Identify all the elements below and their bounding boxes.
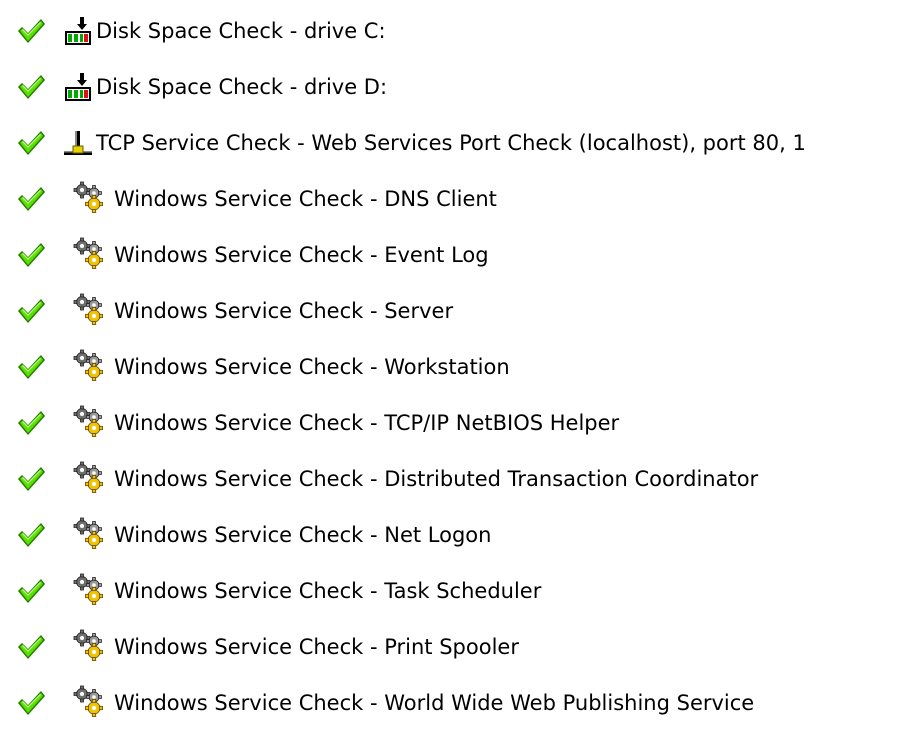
check-icon (16, 576, 46, 606)
check-icon (16, 240, 46, 270)
gears-icon (73, 237, 106, 270)
list-item[interactable]: Windows Service Check - Net Logon (0, 513, 911, 557)
check-icon (16, 296, 46, 326)
gears-icon (73, 181, 106, 214)
item-label: Disk Space Check - drive C: (96, 19, 386, 43)
list-item[interactable]: Windows Service Check - Distributed Tran… (0, 457, 911, 501)
check-icon (16, 632, 46, 662)
gears-icon (73, 349, 106, 382)
gears-icon (73, 461, 106, 494)
list-item[interactable]: Windows Service Check - Workstation (0, 345, 911, 389)
item-label: Windows Service Check - DNS Client (114, 187, 497, 211)
item-label: Windows Service Check - Server (114, 299, 454, 323)
list-item[interactable]: Windows Service Check - Event Log (0, 233, 911, 277)
list-item[interactable]: Windows Service Check - Server (0, 289, 911, 333)
check-icon (16, 352, 46, 382)
check-icon (16, 72, 46, 102)
disk-icon (62, 15, 94, 47)
gears-icon (73, 685, 106, 718)
check-list: Disk Space Check - drive C: Disk Space C… (0, 0, 911, 735)
check-icon (16, 520, 46, 550)
gears-icon (73, 405, 106, 438)
gears-icon (73, 517, 106, 550)
list-item[interactable]: Windows Service Check - DNS Client (0, 177, 911, 221)
check-icon (16, 408, 46, 438)
item-label: Windows Service Check - Net Logon (114, 523, 492, 547)
item-label: Windows Service Check - Event Log (114, 243, 489, 267)
check-icon (16, 464, 46, 494)
item-label: Windows Service Check - Distributed Tran… (114, 467, 759, 491)
gears-icon (73, 573, 106, 606)
gears-icon (73, 293, 106, 326)
network-icon (62, 127, 94, 159)
list-item[interactable]: Windows Service Check - TCP/IP NetBIOS H… (0, 401, 911, 445)
list-item[interactable]: Windows Service Check - World Wide Web P… (0, 681, 911, 725)
check-icon (16, 184, 46, 214)
check-icon (16, 688, 46, 718)
disk-icon (62, 71, 94, 103)
item-label: Disk Space Check - drive D: (96, 75, 388, 99)
list-item[interactable]: Disk Space Check - drive C: (0, 9, 911, 53)
item-label: Windows Service Check - Task Scheduler (114, 579, 542, 603)
list-item[interactable]: Windows Service Check - Print Spooler (0, 625, 911, 669)
gears-icon (73, 629, 106, 662)
item-label: Windows Service Check - World Wide Web P… (114, 691, 755, 715)
list-item[interactable]: Disk Space Check - drive D: (0, 65, 911, 109)
list-item[interactable]: TCP Service Check - Web Services Port Ch… (0, 121, 911, 165)
list-item[interactable]: Windows Service Check - Task Scheduler (0, 569, 911, 613)
item-label: Windows Service Check - Workstation (114, 355, 510, 379)
check-icon (16, 16, 46, 46)
item-label: Windows Service Check - TCP/IP NetBIOS H… (114, 411, 620, 435)
check-icon (16, 128, 46, 158)
item-label: TCP Service Check - Web Services Port Ch… (96, 131, 806, 155)
item-label: Windows Service Check - Print Spooler (114, 635, 519, 659)
